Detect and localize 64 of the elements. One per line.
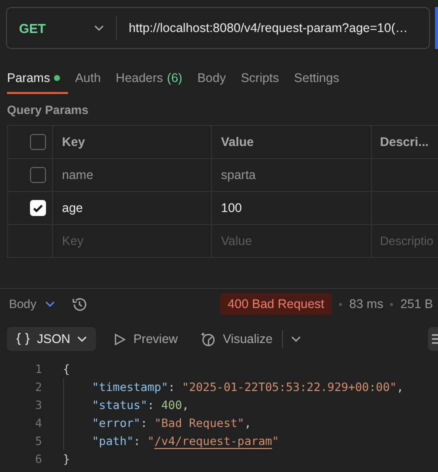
param-key: name (62, 168, 94, 182)
checkbox[interactable] (30, 167, 46, 183)
section-title: Query Params (6, 102, 90, 119)
history-icon[interactable] (71, 296, 88, 312)
json-punctuation: } (63, 452, 70, 466)
sparkle-chart-icon (200, 331, 216, 347)
json-string: " (147, 434, 154, 448)
method-dropdown[interactable]: GET (7, 8, 116, 48)
chevron-icon (45, 301, 56, 307)
menu-button[interactable] (428, 327, 438, 351)
format-dropdown[interactable]: JSON (7, 327, 96, 351)
status-badge: 400 Bad Request (220, 293, 332, 315)
json-key: "path" (92, 434, 134, 448)
preview-button[interactable]: Preview (114, 327, 178, 351)
json-key: "error" (92, 416, 140, 430)
param-value: sparta (221, 168, 256, 182)
play-icon (114, 332, 126, 346)
value-field[interactable]: Value (221, 234, 371, 248)
json-key: "timestamp" (92, 380, 168, 394)
tab[interactable]: Body (197, 64, 234, 94)
line-number: 6 (34, 452, 43, 466)
column-header: Key (53, 126, 212, 159)
json-number: 400 (161, 398, 182, 412)
chevron-icon (94, 25, 104, 31)
response-time: 83 ms (349, 297, 384, 311)
visualize-button[interactable]: Visualize (200, 327, 273, 351)
json-key: "status" (92, 398, 148, 412)
json-punctuation: , (244, 416, 252, 430)
tab[interactable]: Headers (6) (116, 64, 190, 94)
line-number: 5 (34, 434, 43, 448)
menu-icon (430, 333, 438, 345)
json-punctuation: : (147, 398, 156, 412)
column-header: Descri... (372, 126, 438, 159)
description-field[interactable]: Descriptio (380, 234, 438, 248)
key-field[interactable]: Key (62, 234, 211, 248)
json-string: "2025-01-22T05:53:22.929+00:00" (182, 380, 397, 394)
param-key: age (62, 201, 83, 215)
braces-icon (16, 332, 30, 346)
json-string: " (272, 434, 279, 448)
url-field[interactable]: http://localhost:8080/v4/request-param?age=10(… (128, 21, 429, 35)
column-header: Value (212, 126, 372, 159)
path-link[interactable]: /v4/request-param (154, 434, 272, 448)
line-number: 3 (34, 398, 43, 412)
param-value: 100 (221, 201, 242, 215)
line-number: 4 (34, 416, 43, 430)
body-dropdown[interactable]: Body (9, 297, 56, 311)
json-punctuation: : (140, 416, 148, 430)
line-number: 2 (34, 380, 43, 394)
json-punctuation: , (396, 380, 404, 394)
json-punctuation: , (182, 398, 189, 412)
tab[interactable]: Scripts (240, 64, 288, 94)
tab[interactable]: Params (7, 64, 68, 94)
json-punctuation: : (134, 434, 142, 448)
tab[interactable]: Settings (294, 64, 348, 94)
json-punctuation: { (63, 362, 70, 376)
chevron-icon (77, 336, 88, 342)
tab[interactable]: Auth (75, 64, 109, 94)
json-string: "Bad Request" (154, 416, 244, 430)
checkbox[interactable] (30, 134, 46, 150)
json-punctuation: : (168, 380, 176, 394)
chevron-icon[interactable] (290, 336, 301, 342)
line-number: 1 (34, 362, 43, 376)
checkmark-icon (32, 202, 44, 214)
response-size: 251 B (400, 297, 433, 311)
